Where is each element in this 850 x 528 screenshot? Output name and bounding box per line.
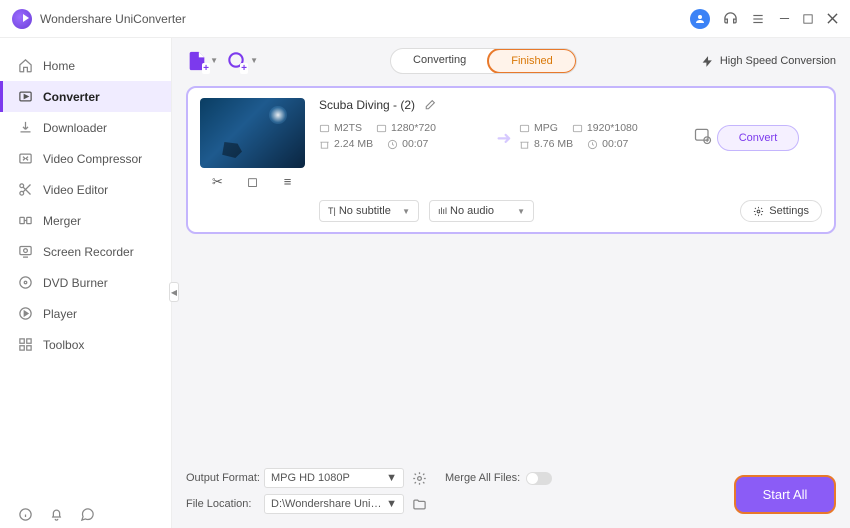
sidebar-item-toolbox[interactable]: Toolbox — [0, 329, 171, 360]
file-location-value: D:\Wondershare UniConverter — [271, 498, 386, 510]
output-format-select[interactable]: MPG HD 1080P▼ — [264, 468, 404, 488]
merger-icon — [18, 213, 33, 228]
size-icon — [319, 139, 330, 150]
sidebar-item-label: DVD Burner — [43, 276, 108, 290]
sidebar-item-label: Screen Recorder — [43, 245, 134, 259]
sidebar-item-label: Home — [43, 59, 75, 73]
src-format: M2TS — [334, 122, 362, 134]
format-icon — [519, 123, 530, 134]
toolbar: +▼ +▼ Converting Finished High Speed Con… — [186, 48, 836, 74]
clock-icon — [587, 139, 598, 150]
close-button[interactable] — [826, 13, 838, 25]
src-size: 2.24 MB — [334, 138, 373, 150]
download-icon — [18, 120, 33, 135]
edit-name-icon[interactable] — [423, 99, 436, 112]
titlebar: Wondershare UniConverter — [0, 0, 850, 38]
convert-button[interactable]: Convert — [717, 125, 799, 151]
file-card: ✂ ◻ ≡ Scuba Diving - (2) M2TS — [186, 86, 836, 234]
dst-size: 8.76 MB — [534, 138, 573, 150]
resolution-icon — [572, 123, 583, 134]
app-title: Wondershare UniConverter — [40, 12, 186, 26]
sidebar-item-label: Video Editor — [43, 183, 108, 197]
sidebar-item-converter[interactable]: Converter — [0, 81, 171, 112]
bell-icon[interactable] — [49, 507, 64, 522]
status-tabs: Converting Finished — [390, 48, 577, 74]
disc-icon — [18, 275, 33, 290]
feedback-icon[interactable] — [80, 507, 95, 522]
resolution-icon — [376, 123, 387, 134]
trim-icon[interactable]: ✂ — [210, 174, 226, 190]
audio-value: No audio — [450, 205, 494, 217]
file-name: Scuba Diving - (2) — [319, 98, 415, 112]
audio-select[interactable]: ılılNo audio▼ — [429, 200, 534, 222]
settings-label: Settings — [769, 205, 809, 217]
home-icon — [18, 58, 33, 73]
arrow-icon: ➜ — [489, 128, 519, 149]
tab-converting[interactable]: Converting — [391, 49, 488, 73]
start-all-button[interactable]: Start All — [734, 475, 836, 514]
size-icon — [519, 139, 530, 150]
sidebar-item-recorder[interactable]: Screen Recorder — [0, 236, 171, 267]
format-icon — [319, 123, 330, 134]
add-file-button[interactable]: +▼ — [186, 50, 208, 72]
content-area: +▼ +▼ Converting Finished High Speed Con… — [172, 38, 850, 528]
recorder-icon — [18, 244, 33, 259]
app-logo — [12, 9, 32, 29]
format-settings-icon[interactable] — [412, 471, 427, 486]
sidebar-item-label: Downloader — [43, 121, 107, 135]
file-location-select[interactable]: D:\Wondershare UniConverter▼ — [264, 494, 404, 514]
merge-label: Merge All Files: — [445, 472, 520, 484]
menu-icon[interactable] — [750, 11, 766, 27]
video-thumbnail[interactable] — [200, 98, 305, 168]
info-icon[interactable] — [18, 507, 33, 522]
output-format-value: MPG HD 1080P — [271, 472, 350, 484]
sidebar-item-compressor[interactable]: Video Compressor — [0, 143, 171, 174]
tab-finished[interactable]: Finished — [487, 48, 577, 74]
open-folder-icon[interactable] — [412, 497, 427, 512]
output-format-label: Output Format: — [186, 472, 264, 484]
support-icon[interactable] — [722, 11, 738, 27]
sidebar-item-downloader[interactable]: Downloader — [0, 112, 171, 143]
merge-toggle[interactable] — [526, 472, 552, 485]
crop-icon[interactable]: ◻ — [245, 174, 261, 190]
sidebar-item-home[interactable]: Home — [0, 50, 171, 81]
dst-resolution: 1920*1080 — [587, 122, 638, 134]
sidebar-item-label: Toolbox — [43, 338, 84, 352]
clock-icon — [387, 139, 398, 150]
minimize-button[interactable] — [778, 13, 790, 25]
sidebar-item-editor[interactable]: Video Editor — [0, 174, 171, 205]
hsc-label: High Speed Conversion — [720, 55, 836, 67]
sidebar-item-player[interactable]: Player — [0, 298, 171, 329]
subtitle-select[interactable]: T|No subtitle▼ — [319, 200, 419, 222]
sidebar-item-label: Player — [43, 307, 77, 321]
add-url-button[interactable]: +▼ — [226, 50, 248, 72]
sidebar-item-label: Converter — [43, 90, 100, 104]
grid-icon — [18, 337, 33, 352]
dst-format: MPG — [534, 122, 558, 134]
sidebar-item-merger[interactable]: Merger — [0, 205, 171, 236]
settings-button[interactable]: Settings — [740, 200, 822, 222]
sidebar-item-label: Merger — [43, 214, 81, 228]
user-account-icon[interactable] — [690, 9, 710, 29]
compressor-icon — [18, 151, 33, 166]
src-duration: 00:07 — [402, 138, 428, 150]
src-resolution: 1280*720 — [391, 122, 436, 134]
maximize-button[interactable] — [802, 13, 814, 25]
scissors-icon — [18, 182, 33, 197]
sidebar-item-label: Video Compressor — [43, 152, 142, 166]
dst-duration: 00:07 — [602, 138, 628, 150]
sidebar-item-dvd[interactable]: DVD Burner — [0, 267, 171, 298]
converter-icon — [18, 89, 33, 104]
sidebar: Home Converter Downloader Video Compress… — [0, 38, 172, 528]
file-location-label: File Location: — [186, 498, 264, 510]
gear-icon — [753, 206, 764, 217]
more-icon[interactable]: ≡ — [280, 174, 296, 190]
play-icon — [18, 306, 33, 321]
output-settings-icon[interactable] — [689, 126, 717, 151]
high-speed-toggle[interactable]: High Speed Conversion — [701, 55, 836, 68]
subtitle-value: No subtitle — [339, 205, 391, 217]
bolt-icon — [701, 55, 714, 68]
